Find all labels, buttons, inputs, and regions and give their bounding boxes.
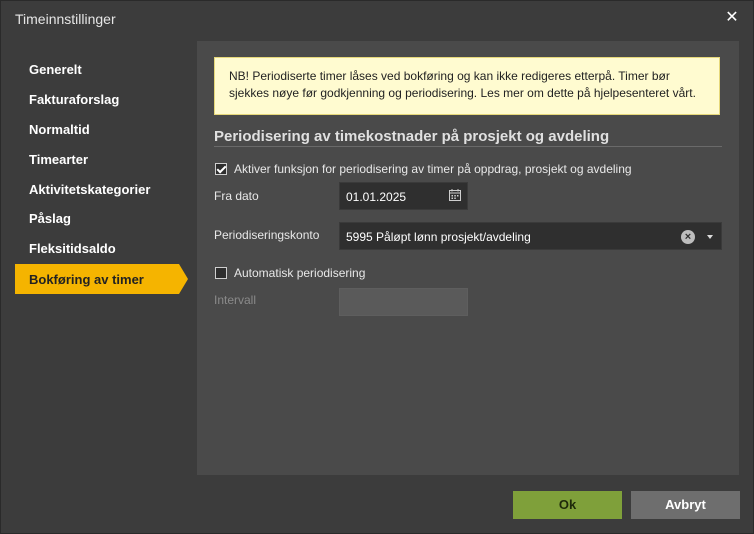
cancel-button[interactable]: Avbryt (631, 491, 740, 519)
sidebar-item-fakturaforslag[interactable]: Fakturaforslag (15, 84, 179, 114)
sidebar-item-label: Bokføring av timer (29, 272, 144, 287)
account-select[interactable]: 5995 Påløpt lønn prosjekt/avdeling × (339, 222, 722, 250)
auto-periodization-checkbox[interactable] (215, 267, 227, 279)
auto-periodization-label: Automatisk periodisering (234, 266, 366, 280)
settings-dialog: Timeinnstillinger ✕ Generelt Fakturafors… (0, 0, 754, 534)
interval-label: Intervall (214, 293, 257, 307)
sidebar-item-label: Generelt (29, 62, 82, 77)
sidebar-item-label: Påslag (29, 211, 71, 226)
sidebar-item-aktivitetskategorier[interactable]: Aktivitetskategorier (15, 174, 179, 204)
sidebar-item-label: Normaltid (29, 122, 90, 137)
close-icon[interactable]: ✕ (723, 9, 741, 27)
sidebar-item-normaltid[interactable]: Normaltid (15, 114, 179, 144)
sidebar-item-label: Fakturaforslag (29, 92, 120, 107)
interval-input[interactable] (339, 288, 468, 316)
section-title: Periodisering av timekostnader på prosje… (214, 128, 610, 145)
clear-icon[interactable]: × (681, 230, 695, 244)
dialog-title: Timeinnstillinger (15, 11, 116, 27)
sidebar-item-bokforing-av-timer[interactable]: Bokføring av timer (15, 264, 188, 294)
from-date-input[interactable]: 01.01.2025 (339, 182, 468, 210)
account-value: 5995 Påløpt lønn prosjekt/avdeling (346, 230, 531, 244)
enable-periodization-checkbox[interactable] (215, 163, 227, 175)
sidebar-item-label: Aktivitetskategorier (29, 182, 151, 197)
sidebar-item-timearter[interactable]: Timearter (15, 144, 179, 174)
calendar-icon[interactable] (449, 189, 461, 201)
account-label: Periodiseringskonto (214, 228, 320, 242)
ok-button[interactable]: Ok (513, 491, 622, 519)
chevron-down-icon[interactable] (707, 235, 713, 239)
sidebar-item-generelt[interactable]: Generelt (15, 54, 179, 84)
settings-panel: NB! Periodiserte timer låses ved bokføri… (197, 41, 739, 475)
info-notice: NB! Periodiserte timer låses ved bokføri… (214, 57, 720, 115)
sidebar-item-label: Timearter (29, 152, 89, 167)
from-date-label: Fra dato (214, 189, 259, 203)
from-date-value: 01.01.2025 (346, 190, 407, 204)
sidebar-item-label: Fleksitidsaldo (29, 241, 116, 256)
title-bar: Timeinnstillinger ✕ (1, 1, 753, 37)
sidebar-item-fleksitidsaldo[interactable]: Fleksitidsaldo (15, 233, 179, 263)
sidebar-item-paslag[interactable]: Påslag (15, 203, 179, 233)
section-divider (214, 146, 722, 147)
enable-periodization-label: Aktiver funksjon for periodisering av ti… (234, 162, 632, 176)
